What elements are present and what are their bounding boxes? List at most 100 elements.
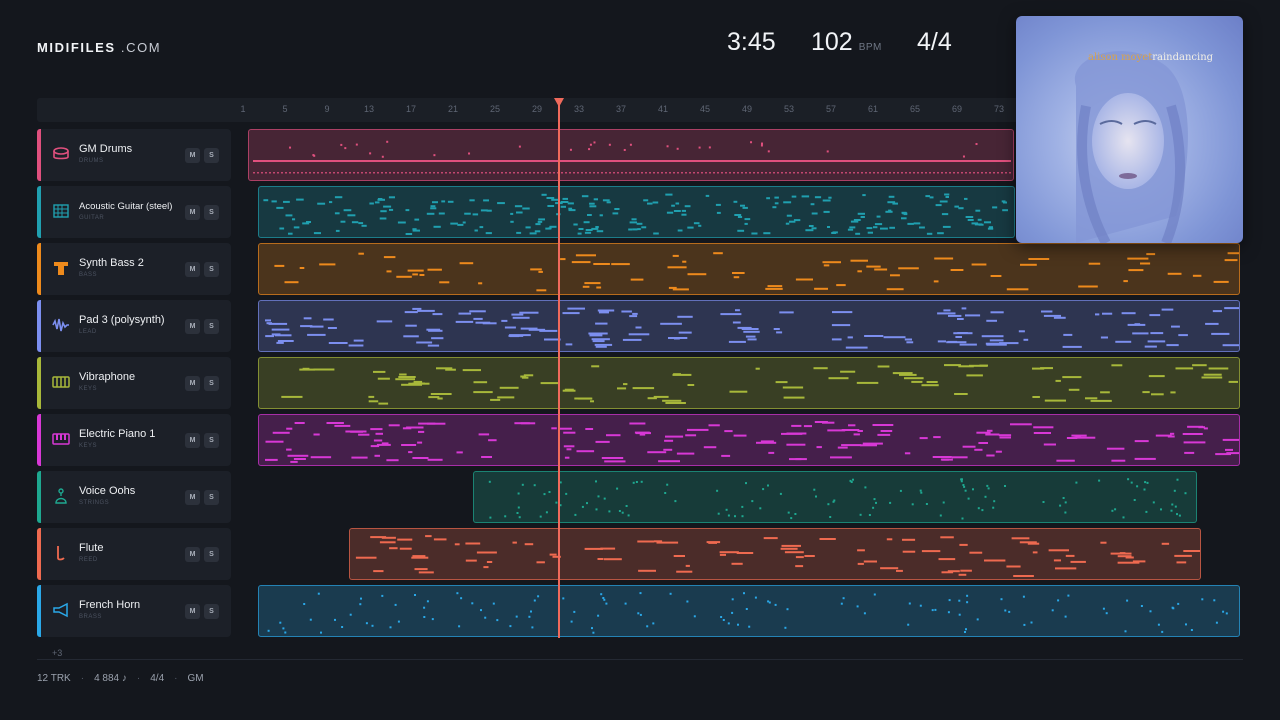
midi-clip[interactable] [258, 243, 1240, 295]
mute-button[interactable]: M [185, 547, 200, 562]
solo-button[interactable]: S [204, 319, 219, 334]
midi-clip[interactable] [258, 186, 1015, 238]
track-color-bar [37, 414, 41, 466]
note-pattern [265, 421, 1239, 463]
ruler-tick: 65 [909, 104, 921, 114]
track-header[interactable]: Voice Oohs STRINGS M S [37, 471, 231, 523]
ruler-tick: 53 [783, 104, 795, 114]
track-category: BASS [79, 272, 98, 278]
ruler-tick: 33 [573, 104, 585, 114]
midi-clip[interactable] [258, 414, 1240, 466]
tempo-value: 102 [811, 28, 853, 56]
mute-button[interactable]: M [185, 262, 200, 277]
track-name: Voice Oohs [79, 485, 136, 497]
album-portrait [1074, 51, 1188, 243]
track-color-bar [37, 300, 41, 352]
separator: · [136, 673, 141, 684]
track-header[interactable]: Pad 3 (polysynth) LEAD M S [37, 300, 231, 352]
track-category: DRUMS [79, 158, 104, 164]
ruler-tick: 61 [867, 104, 879, 114]
mute-button[interactable]: M [185, 604, 200, 619]
solo-button[interactable]: S [204, 433, 219, 448]
ruler-tick: 25 [489, 104, 501, 114]
brand-logo[interactable]: MIDIFILES .COM [37, 40, 161, 55]
separator: · [80, 673, 85, 684]
midi-clip[interactable] [258, 357, 1240, 409]
track-color-bar [37, 528, 41, 580]
note-pattern [355, 535, 1200, 577]
track-name: Flute [79, 542, 104, 554]
solo-button[interactable]: S [204, 148, 219, 163]
playhead[interactable] [558, 104, 560, 638]
midi-clip[interactable] [258, 585, 1240, 637]
more-tracks-indicator[interactable]: +3 [52, 648, 62, 658]
track-name: Acoustic Guitar (steel) [79, 201, 173, 212]
horn-icon [53, 602, 68, 618]
track-category: REED [79, 557, 98, 563]
tempo-unit: BPM [858, 42, 882, 53]
track-color-bar [37, 471, 41, 523]
ruler-tick: 49 [741, 104, 753, 114]
mute-button[interactable]: M [185, 433, 200, 448]
track-color-bar [37, 243, 41, 295]
time-signature: 4/4 [917, 28, 952, 56]
track-header[interactable]: Synth Bass 2 BASS M S [37, 243, 231, 295]
track-name: Synth Bass 2 [79, 257, 144, 269]
brand-domain: .COM [115, 40, 162, 55]
solo-button[interactable]: S [204, 262, 219, 277]
ruler-tick: 21 [447, 104, 459, 114]
keys-icon [52, 376, 70, 388]
voice-icon [55, 488, 67, 504]
track-name: Pad 3 (polysynth) [79, 314, 165, 326]
mute-button[interactable]: M [185, 205, 200, 220]
ruler-tick: 45 [699, 104, 711, 114]
mute-button[interactable]: M [185, 490, 200, 505]
track-header[interactable]: Flute REED M S [37, 528, 231, 580]
track-header[interactable]: Electric Piano 1 KEYS M S [37, 414, 231, 466]
note-count: 4 884 ♪ [94, 673, 127, 684]
note-pattern [263, 193, 1008, 235]
footer-time-signature: 4/4 [150, 673, 165, 684]
flute-icon [57, 546, 65, 561]
solo-button[interactable]: S [204, 547, 219, 562]
track-name: Electric Piano 1 [79, 428, 156, 440]
track-count: 12 TRK [37, 673, 71, 684]
ruler-tick: 73 [993, 104, 1005, 114]
track-header[interactable]: GM Drums DRUMS M S [37, 129, 231, 181]
solo-button[interactable]: S [204, 205, 219, 220]
track-category: GUITAR [79, 215, 105, 221]
ruler-tick: 5 [282, 104, 288, 114]
song-duration: 3:45 [727, 28, 776, 56]
note-pattern [274, 252, 1239, 292]
separator: · [174, 673, 178, 684]
note-pattern [281, 364, 1238, 405]
solo-button[interactable]: S [204, 376, 219, 391]
track-category: KEYS [79, 443, 98, 449]
midi-clip[interactable] [258, 300, 1240, 352]
track-category: BRASS [79, 614, 102, 620]
track-header[interactable]: French Horn BRASS M S [37, 585, 231, 637]
solo-button[interactable]: S [204, 604, 219, 619]
playhead-handle[interactable] [554, 98, 564, 107]
footer-stats: 12 TRK · 4 884 ♪ · 4/4 · GM [37, 673, 204, 684]
track-header[interactable]: Acoustic Guitar (steel) GUITAR M S [37, 186, 231, 238]
midi-clip[interactable] [248, 129, 1014, 181]
note-pattern [265, 307, 1239, 349]
track-category: STRINGS [79, 500, 110, 506]
album-title: alison moyetraindancing [1088, 52, 1214, 63]
footer-divider [37, 659, 1243, 660]
ruler-tick: 9 [324, 104, 330, 114]
note-pattern [267, 592, 1228, 634]
mute-button[interactable]: M [185, 319, 200, 334]
solo-button[interactable]: S [204, 490, 219, 505]
track-header[interactable]: Vibraphone KEYS M S [37, 357, 231, 409]
ruler-tick: 13 [363, 104, 375, 114]
midi-standard: GM [187, 673, 204, 684]
midi-clip[interactable] [349, 528, 1201, 580]
mute-button[interactable]: M [185, 376, 200, 391]
track-name: Vibraphone [79, 371, 136, 383]
ruler-tick: 17 [405, 104, 417, 114]
tempo-display: 102 BPM [811, 28, 882, 58]
midi-clip[interactable] [473, 471, 1197, 523]
mute-button[interactable]: M [185, 148, 200, 163]
